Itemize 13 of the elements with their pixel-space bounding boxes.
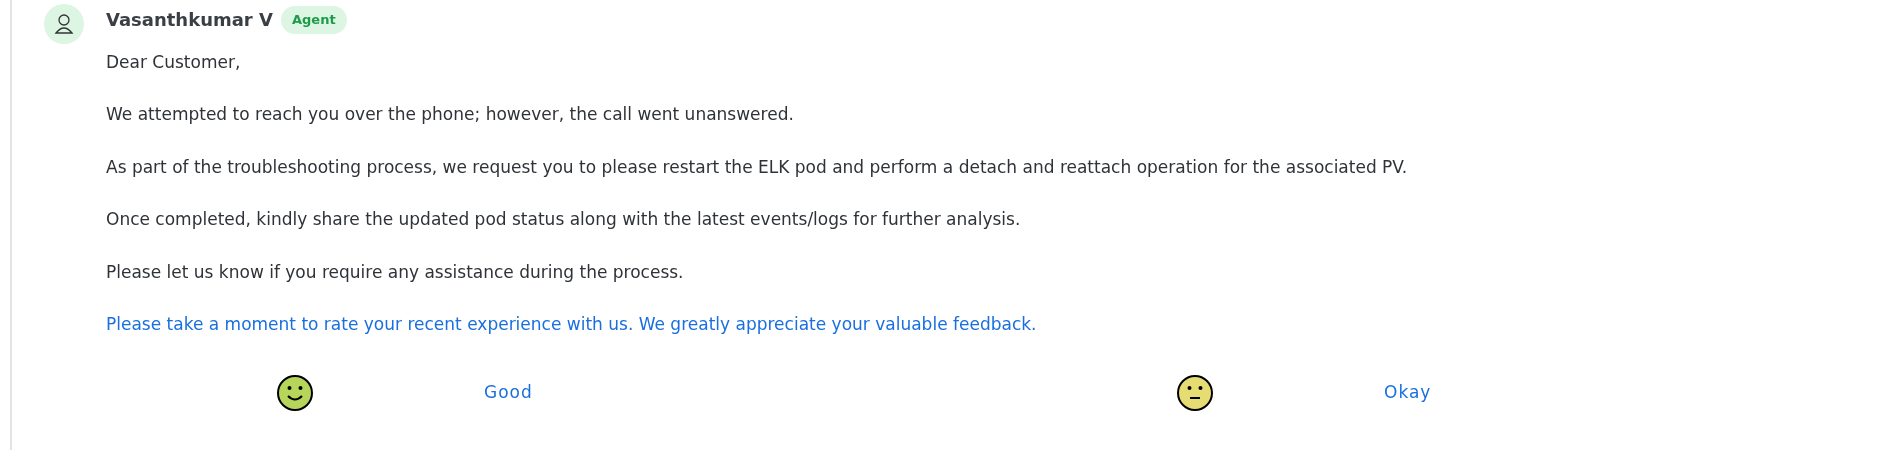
message-paragraph: Please let us know if you require any assistance during the process.: [106, 260, 685, 284]
message-paragraph: Dear Customer,: [106, 50, 242, 74]
smiley-face-icon[interactable]: [276, 373, 314, 412]
rating-link[interactable]: Okay: [1384, 379, 1432, 406]
rating-link[interactable]: Good: [484, 379, 533, 406]
role-badge: Agent: [280, 6, 347, 34]
message-paragraph: Once completed, kindly share the updated pod status along with the latest events/logs for further analysis.: [106, 208, 1022, 231]
avatar-icon: [44, 4, 84, 44]
message-paragraph: As part of the troubleshooting process, we request you to please restart the ELK pod and perform a detach and reattach operation for the associated PV.: [106, 155, 1409, 179]
neutral-face-icon[interactable]: [1176, 373, 1214, 412]
message-paragraph: We attempted to reach you over the phone; however, the call went unanswered.: [106, 103, 795, 126]
rating-prompt: Please take a moment to rate your recent experience with us. We greatly appreciate your valuable feedback.: [106, 313, 1038, 336]
author-name: Vasanthkumar V: [106, 8, 273, 33]
